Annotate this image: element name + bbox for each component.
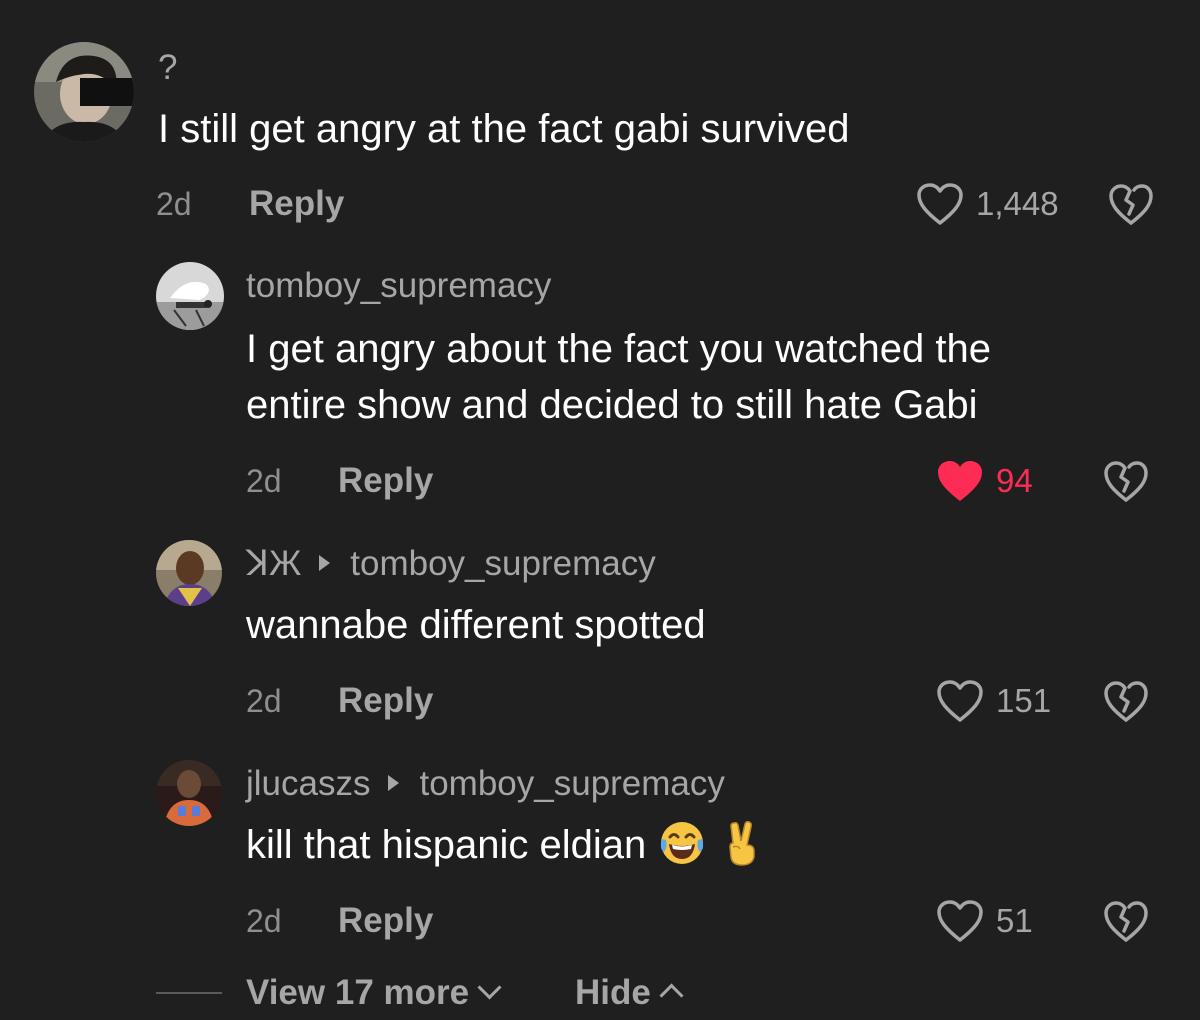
reply-arrow-icon bbox=[319, 554, 331, 571]
reply-button[interactable]: Reply bbox=[338, 681, 433, 721]
hide-replies-button[interactable]: Hide bbox=[575, 973, 684, 1013]
reply-arrow-icon bbox=[388, 774, 400, 791]
dislike-icon[interactable] bbox=[1103, 679, 1149, 723]
reply-button[interactable]: Reply bbox=[249, 184, 344, 224]
comment-author[interactable]: ? bbox=[158, 48, 177, 88]
chevron-up-icon bbox=[659, 983, 684, 1008]
heart-icon[interactable] bbox=[936, 679, 984, 723]
comment-text: wannabe different spotted bbox=[246, 603, 706, 647]
avatar[interactable] bbox=[34, 42, 134, 142]
comment-author[interactable]: jlucaszs tomboy_supremacy bbox=[246, 764, 725, 804]
avatar[interactable] bbox=[156, 540, 222, 606]
heart-icon[interactable] bbox=[936, 899, 984, 943]
dislike-icon[interactable] bbox=[1103, 899, 1149, 943]
comment-text: kill that hispanic eldian bbox=[246, 817, 766, 873]
dislike-icon[interactable] bbox=[1103, 459, 1149, 503]
like-count: 151 bbox=[996, 682, 1052, 719]
comment-author[interactable]: ꓘЖ tomboy_supremacy bbox=[246, 544, 656, 584]
victory-hand-emoji bbox=[718, 819, 766, 867]
like-count: 94 bbox=[996, 462, 1033, 499]
comment-text: I get angry about the fact you watched t… bbox=[246, 327, 991, 427]
reply-button[interactable]: Reply bbox=[338, 901, 433, 941]
comment-timestamp: 2d bbox=[156, 186, 192, 222]
reply-button[interactable]: Reply bbox=[338, 461, 433, 501]
divider bbox=[156, 992, 222, 994]
like-count: 51 bbox=[996, 902, 1033, 939]
view-more-replies-button[interactable]: View 17 more bbox=[246, 973, 502, 1013]
comment-timestamp: 2d bbox=[246, 683, 282, 719]
comment-timestamp: 2d bbox=[246, 463, 282, 499]
avatar[interactable] bbox=[156, 760, 222, 826]
heart-filled-icon[interactable] bbox=[936, 459, 984, 503]
avatar[interactable] bbox=[156, 262, 224, 330]
like-count: 1,448 bbox=[976, 185, 1059, 222]
comment-timestamp: 2d bbox=[246, 903, 282, 939]
comment-text: I still get angry at the fact gabi survi… bbox=[158, 107, 850, 151]
laughing-tears-emoji bbox=[658, 819, 706, 867]
comment-author[interactable]: tomboy_supremacy bbox=[246, 266, 551, 306]
dislike-icon[interactable] bbox=[1108, 182, 1154, 226]
chevron-down-icon bbox=[477, 975, 502, 1000]
heart-icon[interactable] bbox=[916, 182, 964, 226]
